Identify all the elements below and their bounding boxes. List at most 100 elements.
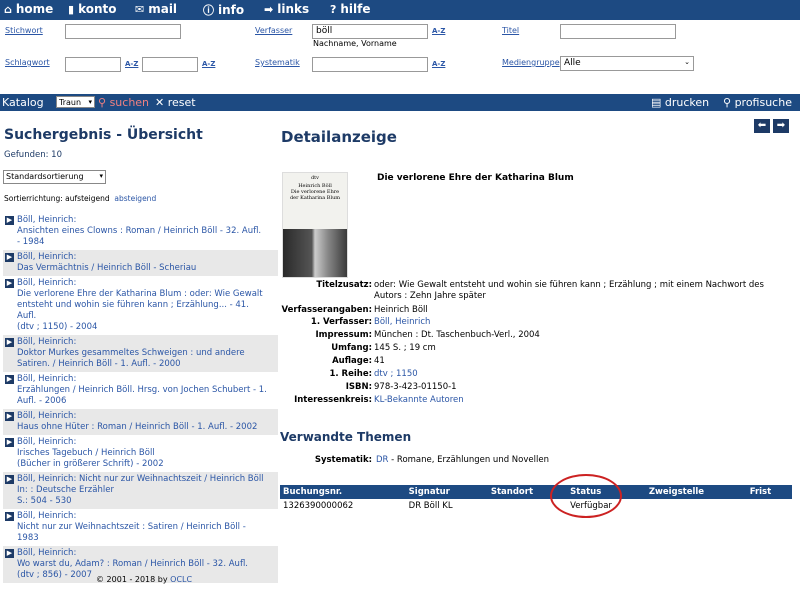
field-value[interactable]: dtv ; 1150 xyxy=(374,369,794,380)
result-line[interactable]: Böll, Heinrich: xyxy=(17,437,276,448)
result-item[interactable]: ▶ Böll, Heinrich: Ansichten eines Clowns :… xyxy=(3,213,278,250)
schlagwort-az-link[interactable]: A-Z xyxy=(125,60,138,68)
result-line[interactable]: Haus ohne Hüter : Roman / Heinrich Böll … xyxy=(17,422,276,433)
field-value: 41 xyxy=(374,356,385,366)
result-line[interactable]: Böll, Heinrich: Nicht nur zur Weihnachts… xyxy=(17,474,276,485)
field-value: oder: Wie Gewalt entsteht und wohin sie … xyxy=(374,280,764,301)
book-cover: dtv Heinrich Böll Die verlorene Ehre der… xyxy=(282,172,348,278)
branch-select[interactable]: Traun ▾ xyxy=(56,96,95,108)
result-line[interactable]: Wo warst du, Adam? : Roman / Heinrich Bö… xyxy=(17,559,276,570)
result-line[interactable]: entsteht und wohin sie führen kann ; Erz… xyxy=(17,300,276,311)
result-line[interactable]: Nicht nur zur Weihnachtszeit : Satiren /… xyxy=(17,522,276,533)
titel-label[interactable]: Titel xyxy=(502,26,519,35)
nav-hilfe[interactable]: ? hilfe xyxy=(330,2,371,16)
result-item[interactable]: ▶ Böll, Heinrich: Das Vermächtnis / Heinri… xyxy=(3,250,278,276)
field-value[interactable]: Böll, Heinrich xyxy=(374,317,794,328)
play-arrow-icon: ▶ xyxy=(5,512,14,521)
nav-home[interactable]: ⌂ home xyxy=(4,2,53,16)
stichwort-input[interactable] xyxy=(65,24,181,39)
result-line[interactable]: Doktor Murkes gesammeltes Schweigen : un… xyxy=(17,348,276,359)
reset-button[interactable]: ✕ reset xyxy=(155,96,196,109)
result-line[interactable]: In: : Deutsche Erzähler xyxy=(17,485,276,496)
previous-arrow-icon[interactable]: ⬅ xyxy=(754,119,770,133)
result-line[interactable]: Aufl. xyxy=(17,311,276,322)
stichwort-label[interactable]: Stichwort xyxy=(5,26,43,35)
field-value[interactable]: KL-Bekannte Autoren xyxy=(374,395,794,406)
suchen-button[interactable]: ⚲ suchen xyxy=(98,96,149,109)
result-item[interactable]: ▶ Böll, Heinrich: Doktor Murkes gesammelte… xyxy=(3,335,278,372)
schlagwort-label[interactable]: Schlagwort xyxy=(5,58,50,67)
mediengruppe-select[interactable]: Alle ⌄ xyxy=(560,56,694,71)
sort-direction: Sortierrichtung: aufsteigend absteigend xyxy=(4,194,157,203)
search-form: Stichwort Verfasser böll A-Z Nachname, V… xyxy=(0,20,800,94)
results-title: Suchergebnis - Übersicht xyxy=(4,127,203,143)
chevron-down-icon: ⌄ xyxy=(684,58,690,66)
result-item[interactable]: ▶ Böll, Heinrich: Irisches Tagebuch / Hein… xyxy=(3,435,278,472)
cross-arrow-icon: ✕ xyxy=(155,96,165,109)
sort-descending-link[interactable]: absteigend xyxy=(114,194,156,203)
chevron-down-icon: ▾ xyxy=(88,98,92,106)
result-item[interactable]: ▶ Böll, Heinrich: Nicht nur zur Weihnachts… xyxy=(3,509,278,546)
result-line[interactable]: (dtv ; 1150) - 2004 xyxy=(17,322,276,333)
arrow-right-icon: ➡ xyxy=(264,3,274,16)
result-line[interactable]: Satiren. / Heinrich Böll - 1. Aufl. - 20… xyxy=(17,359,276,370)
status-highlight-circle xyxy=(550,474,622,518)
verfasser-label[interactable]: Verfasser xyxy=(255,26,292,35)
result-line[interactable]: Böll, Heinrich: xyxy=(17,252,276,263)
field-label: Titelzusatz: xyxy=(316,280,372,290)
table-cell xyxy=(646,499,747,513)
titel-input[interactable] xyxy=(560,24,676,39)
result-line[interactable]: Aufl. - 2006 xyxy=(17,396,276,407)
results-list: ▶ Böll, Heinrich: Ansichten eines Clowns :… xyxy=(3,213,278,583)
table-cell: DR Böll KL xyxy=(408,501,453,511)
field-value: 145 S. ; 19 cm xyxy=(374,343,436,353)
drucken-button[interactable]: ▤ drucken xyxy=(651,96,709,109)
systematik-az-link[interactable]: A-Z xyxy=(432,60,445,68)
nav-links[interactable]: ➡ links xyxy=(264,2,309,16)
result-item[interactable]: ▶ Böll, Heinrich: Die verlorene Ehre der K… xyxy=(3,276,278,335)
result-line[interactable]: Ansichten eines Clowns : Roman / Heinric… xyxy=(17,226,276,237)
result-line[interactable]: - 1984 xyxy=(17,237,276,248)
detail-title: Detailanzeige xyxy=(281,128,397,146)
result-line[interactable]: (Bücher in größerer Schrift) - 2002 xyxy=(17,459,276,470)
oclc-link[interactable]: OCLC xyxy=(170,575,192,584)
schlagwort-input-2[interactable] xyxy=(142,57,198,72)
schlagwort-az-link-2[interactable]: A-Z xyxy=(202,60,215,68)
verfasser-az-link[interactable]: A-Z xyxy=(432,27,445,35)
sort-select[interactable]: Standardsortierung ▾ xyxy=(3,170,106,184)
systematik-code-link[interactable]: DR xyxy=(376,455,388,465)
systematik-label[interactable]: Systematik xyxy=(255,58,300,67)
result-line[interactable]: 1983 xyxy=(17,533,276,544)
result-line[interactable]: Böll, Heinrich: xyxy=(17,215,276,226)
next-arrow-icon[interactable]: ➡ xyxy=(773,119,789,133)
result-item[interactable]: ▶ Böll, Heinrich: Erzählungen / Heinrich B… xyxy=(3,372,278,409)
mediengruppe-label[interactable]: Mediengruppe xyxy=(502,58,560,67)
result-item[interactable]: ▶ Böll, Heinrich: Nicht nur zur Weihnacht… xyxy=(3,472,278,509)
play-arrow-icon: ▶ xyxy=(5,253,14,262)
result-line[interactable]: Irisches Tagebuch / Heinrich Böll xyxy=(17,448,276,459)
chevron-down-icon: ▾ xyxy=(99,172,103,180)
result-line[interactable]: Böll, Heinrich: xyxy=(17,511,276,522)
result-line[interactable]: Das Vermächtnis / Heinrich Böll - Scheri… xyxy=(17,263,276,274)
availability-table: Buchungsnr. Signatur Standort Status Zweigst… xyxy=(280,485,792,513)
verfasser-input[interactable]: böll xyxy=(312,24,428,39)
play-arrow-icon: ▶ xyxy=(5,412,14,421)
result-line[interactable]: Böll, Heinrich: xyxy=(17,374,276,385)
nav-konto[interactable]: ▮ konto xyxy=(68,2,117,16)
nav-info[interactable]: ⓘ info xyxy=(203,2,244,18)
result-line[interactable]: Böll, Heinrich: xyxy=(17,337,276,348)
table-cell: 1326390000062 xyxy=(283,501,354,511)
field-label: 1. Reihe: xyxy=(329,369,372,379)
result-line[interactable]: Böll, Heinrich: xyxy=(17,548,276,559)
result-line[interactable]: Böll, Heinrich: xyxy=(17,411,276,422)
result-line[interactable]: S.: 504 - 530 xyxy=(17,496,276,507)
result-line[interactable]: Die verlorene Ehre der Katharina Blum : … xyxy=(17,289,276,300)
systematik-input[interactable] xyxy=(312,57,428,72)
schlagwort-input[interactable] xyxy=(65,57,121,72)
profisuche-button[interactable]: ⚲ profisuche xyxy=(723,96,792,109)
result-line[interactable]: Erzählungen / Heinrich Böll. Hrsg. von J… xyxy=(17,385,276,396)
result-item[interactable]: ▶ Böll, Heinrich: Haus ohne Hüter : Roman … xyxy=(3,409,278,435)
field-label: Auflage: xyxy=(332,356,372,366)
nav-mail[interactable]: ✉ mail xyxy=(135,2,177,16)
result-line[interactable]: Böll, Heinrich: xyxy=(17,278,276,289)
